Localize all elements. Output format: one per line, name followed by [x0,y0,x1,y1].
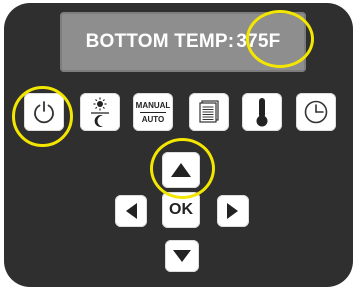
power-button[interactable] [24,93,64,131]
manual-label: MANUAL [135,100,171,110]
display-label: BOTTOM TEMP: [85,31,235,52]
stacked-pages-icon [199,100,219,123]
thermometer-icon [256,98,268,127]
display-readout: BOTTOM TEMP: 375F [60,12,306,72]
ok-label: OK [169,201,193,218]
up-button[interactable] [162,152,200,188]
timer-button[interactable] [296,93,336,131]
clock-icon [304,100,328,124]
auto-label: AUTO [141,114,165,124]
power-icon [34,101,54,124]
ok-button[interactable]: OK [162,192,200,228]
right-button[interactable] [217,195,249,227]
menu-button[interactable] [189,93,229,131]
down-button[interactable] [165,240,199,272]
lcd-display: BOTTOM TEMP: 375F [60,12,306,72]
manual-auto-button[interactable]: MANUAL AUTO [133,93,173,131]
left-arrow-icon [126,203,137,219]
temperature-button[interactable] [242,93,282,131]
up-arrow-icon [171,163,191,177]
right-arrow-icon [227,203,238,219]
down-arrow-icon [173,250,191,262]
mode-divider [140,111,166,113]
display-value: 375F [236,31,281,52]
sun-moon-icon [91,97,109,127]
left-button[interactable] [115,195,147,227]
day-night-button[interactable] [80,93,120,131]
